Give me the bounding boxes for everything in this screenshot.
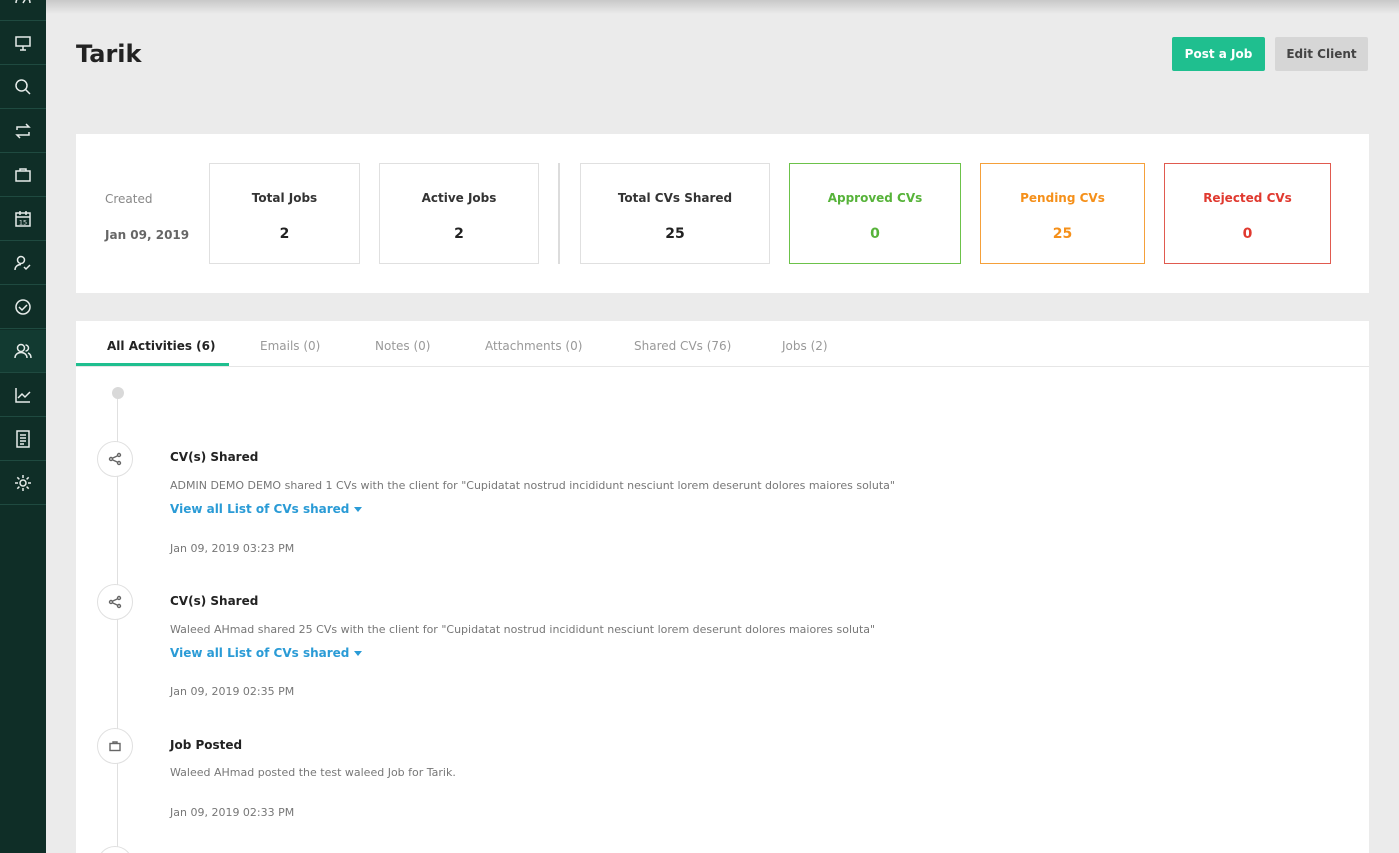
handshake-icon: [15, 299, 31, 315]
activity-title: CV(s) Shared: [170, 450, 259, 464]
sidebar-item-jobs[interactable]: [0, 154, 46, 197]
sidebar-item-reports[interactable]: [0, 374, 46, 417]
activity-icon: [97, 846, 133, 853]
sidebar-item-deals[interactable]: [0, 286, 46, 329]
approved-cvs-card[interactable]: Approved CVs 0: [789, 163, 961, 264]
pending-cvs-label: Pending CVs: [1020, 191, 1105, 205]
dashboard-icon: [15, 0, 31, 4]
tab-emails[interactable]: Emails (0): [260, 339, 320, 353]
tab-shared-cvs[interactable]: Shared CVs (76): [634, 339, 731, 353]
edit-client-button[interactable]: Edit Client: [1275, 37, 1368, 71]
active-jobs-label: Active Jobs: [421, 191, 497, 205]
pending-cvs-card[interactable]: Pending CVs 25: [980, 163, 1145, 264]
activity-time: Jan 09, 2019 02:33 PM: [170, 806, 295, 819]
pending-cvs-value: 25: [1052, 226, 1073, 242]
total-jobs-value: 2: [279, 226, 290, 242]
sidebar-item-calendar[interactable]: 15: [0, 198, 46, 241]
chart-line-icon: [15, 388, 31, 403]
calendar-icon: 15: [15, 211, 31, 227]
rejected-cvs-value: 0: [1242, 226, 1253, 242]
sidebar-item-clients[interactable]: [0, 330, 46, 373]
activity-time: Jan 09, 2019 03:23 PM: [170, 542, 295, 555]
tab-all-activities[interactable]: All Activities (6): [107, 339, 216, 353]
view-cvs-shared-label: View all List of CVs shared: [170, 502, 350, 516]
total-cvs-label: Total CVs Shared: [617, 191, 733, 205]
tab-notes[interactable]: Notes (0): [375, 339, 430, 353]
gear-icon: [15, 475, 31, 491]
approved-cvs-label: Approved CVs: [827, 191, 923, 205]
total-cvs-card[interactable]: Total CVs Shared 25: [580, 163, 770, 264]
activity-time: Jan 09, 2019 02:35 PM: [170, 685, 295, 698]
search-icon: [15, 79, 31, 95]
svg-text:15: 15: [19, 219, 27, 227]
activity-icon: [97, 728, 133, 764]
caret-down-icon: [354, 651, 363, 656]
total-jobs-label: Total Jobs: [251, 191, 318, 205]
post-job-button[interactable]: Post a Job: [1172, 37, 1265, 71]
view-cvs-shared-link[interactable]: View all List of CVs shared: [170, 502, 363, 516]
sidebar-item-documents[interactable]: [0, 418, 46, 461]
activity-title: Job Posted: [170, 738, 243, 752]
activity-description: Waleed AHmad posted the test waleed Job …: [170, 766, 456, 779]
share-icon: [108, 452, 122, 466]
sidebar-item-candidates[interactable]: [0, 242, 46, 285]
briefcase-icon: [15, 168, 31, 182]
active-jobs-value: 2: [454, 226, 464, 242]
sidebar-item-search[interactable]: [0, 66, 46, 109]
briefcase-icon: [109, 741, 121, 752]
page-title: Tarik: [76, 40, 142, 68]
activity-title: CV(s) Shared: [170, 594, 259, 608]
tab-attachments[interactable]: Attachments (0): [485, 339, 582, 353]
stats-panel: Created Jan 09, 2019 Total Jobs 2 Active…: [76, 134, 1369, 293]
created-date: Jan 09, 2019: [105, 228, 190, 242]
total-jobs-card[interactable]: Total Jobs 2: [209, 163, 360, 264]
activity-panel: All Activities (6) Emails (0) Notes (0) …: [76, 321, 1369, 853]
share-icon: [108, 595, 122, 609]
user-check-icon: [14, 255, 31, 271]
sidebar-item-repeat[interactable]: [0, 110, 46, 153]
rejected-cvs-label: Rejected CVs: [1203, 191, 1292, 205]
repeat-icon: [15, 123, 31, 139]
created-label: Created: [105, 192, 153, 206]
sidebar-item-dashboard[interactable]: [0, 0, 46, 21]
active-jobs-card[interactable]: Active Jobs 2: [379, 163, 539, 264]
activity-icon: [97, 584, 133, 620]
rejected-cvs-card[interactable]: Rejected CVs 0: [1164, 163, 1331, 264]
sidebar-item-monitor[interactable]: [0, 22, 46, 65]
top-shadow: [46, 0, 1399, 14]
active-tab-indicator: [76, 363, 229, 366]
activity-icon: [97, 441, 133, 477]
view-cvs-shared-link[interactable]: View all List of CVs shared: [170, 646, 363, 660]
timeline-start-dot: [112, 387, 124, 399]
activity-description: Waleed AHmad shared 25 CVs with the clie…: [170, 623, 876, 636]
activity-tabs: All Activities (6) Emails (0) Notes (0) …: [76, 321, 1369, 367]
users-icon: [14, 343, 32, 359]
sidebar: 15: [0, 0, 46, 853]
caret-down-icon: [354, 507, 363, 512]
total-cvs-value: 25: [665, 226, 685, 242]
view-cvs-shared-label: View all List of CVs shared: [170, 646, 350, 660]
stats-divider: [558, 163, 560, 264]
document-icon: [16, 430, 30, 448]
activity-description: ADMIN DEMO DEMO shared 1 CVs with the cl…: [170, 479, 895, 492]
sidebar-item-settings[interactable]: [0, 462, 46, 505]
monitor-icon: [15, 36, 31, 51]
tab-jobs[interactable]: Jobs (2): [782, 339, 828, 353]
approved-cvs-value: 0: [870, 226, 880, 242]
